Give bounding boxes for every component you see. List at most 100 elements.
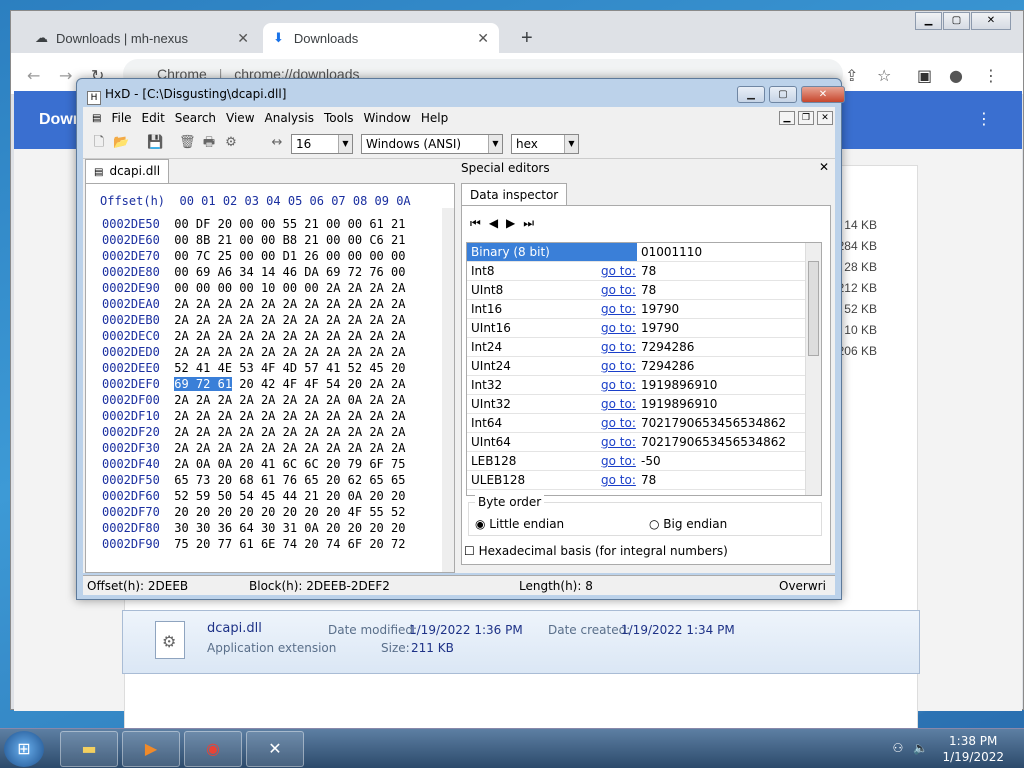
hex-row[interactable]: 0002DEE0 52 41 4E 53 4F 4D 57 41 52 45 2… <box>102 360 405 376</box>
charset-select[interactable]: Windows (ANSI) ▼ <box>361 134 503 154</box>
sidepanel-icon[interactable]: ▣ <box>917 66 932 85</box>
menu-edit[interactable]: Edit <box>137 111 170 125</box>
explorer-taskbar-button[interactable]: ▬ <box>60 731 118 767</box>
hex-row[interactable]: 0002DEB0 2A 2A 2A 2A 2A 2A 2A 2A 2A 2A 2… <box>102 312 405 328</box>
inspector-value[interactable]: 19790 <box>641 302 679 316</box>
offset-base-select[interactable]: hex ▼ <box>511 134 579 154</box>
close-button[interactable]: ✕ <box>801 86 845 103</box>
maximize-button[interactable]: ▢ <box>769 86 797 103</box>
menu-icon[interactable]: ⋮ <box>983 66 999 85</box>
open-folder-icon[interactable]: 📂 <box>113 135 129 151</box>
inspector-value[interactable]: 7294286 <box>641 340 694 354</box>
profile-icon[interactable]: ● <box>949 66 963 85</box>
back-icon[interactable]: ← <box>27 66 40 85</box>
inspector-row[interactable]: Int24 go to: 7294286 <box>467 338 807 357</box>
goto-link[interactable]: go to: <box>601 283 636 297</box>
inspector-value[interactable]: -50 <box>641 454 661 468</box>
hex-row[interactable]: 0002DF10 2A 2A 2A 2A 2A 2A 2A 2A 2A 2A 2… <box>102 408 405 424</box>
new-file-icon[interactable]: 🗋 <box>91 135 107 151</box>
first-icon[interactable]: ⏮ <box>470 216 481 231</box>
goto-link[interactable]: go to: <box>601 397 636 411</box>
inspector-row[interactable]: Int64 go to: 7021790653456534862 <box>467 414 807 433</box>
more-actions-icon[interactable]: ⋮ <box>976 109 992 128</box>
inspector-value[interactable]: 1919896910 <box>641 378 717 392</box>
close-icon[interactable]: ✕ <box>819 160 829 174</box>
hex-basis-checkbox[interactable]: ☐ Hexadecimal basis (for integral number… <box>464 544 728 558</box>
hex-row[interactable]: 0002DF90 75 20 77 61 6E 74 20 74 6F 20 7… <box>102 536 405 552</box>
inspector-value[interactable]: 78 <box>641 264 656 278</box>
grid-scrollbar[interactable] <box>805 243 821 495</box>
goto-link[interactable]: go to: <box>601 473 636 487</box>
goto-link[interactable]: go to: <box>601 359 636 373</box>
goto-link[interactable]: go to: <box>601 416 636 430</box>
goto-link[interactable]: go to: <box>601 454 636 468</box>
inspector-row[interactable]: UInt24 go to: 7294286 <box>467 357 807 376</box>
tab-data-inspector[interactable]: Data inspector <box>461 183 568 206</box>
save-icon[interactable]: 💾 <box>147 135 163 151</box>
menu-search[interactable]: Search <box>170 111 221 125</box>
chrome-taskbar-button[interactable]: ◉ <box>184 731 242 767</box>
hxd-taskbar-button[interactable]: ✕ <box>246 731 304 767</box>
goto-link[interactable]: go to: <box>601 435 636 449</box>
properties-icon[interactable]: ⚙ <box>223 135 239 151</box>
inspector-value[interactable]: 7294286 <box>641 359 694 373</box>
inspector-row[interactable]: ULEB128 go to: 78 <box>467 471 807 490</box>
close-icon[interactable]: ✕ <box>237 30 249 47</box>
next-icon[interactable]: ▶ <box>506 216 515 231</box>
bytes-per-row-select[interactable]: 16 ▼ <box>291 134 353 154</box>
hex-row[interactable]: 0002DF70 20 20 20 20 20 20 20 20 4F 55 5… <box>102 504 405 520</box>
network-icon[interactable]: ⚇ <box>892 741 903 755</box>
inspector-row[interactable]: Int16 go to: 19790 <box>467 300 807 319</box>
menu-view[interactable]: View <box>221 111 259 125</box>
share-icon[interactable]: ⇪ <box>845 66 858 85</box>
mdi-close-button[interactable]: ✕ <box>817 111 833 125</box>
start-button[interactable]: ⊞ <box>4 731 44 767</box>
inspector-row[interactable]: Binary (8 bit) 01001110 <box>467 243 807 262</box>
big-endian-radio[interactable]: ○ Big endian <box>649 517 727 531</box>
close-icon[interactable]: ✕ <box>477 30 489 47</box>
hex-row[interactable]: 0002DF80 30 30 36 64 30 31 0A 20 20 20 2… <box>102 520 405 536</box>
mdi-restore-button[interactable]: ❐ <box>798 111 814 125</box>
inspector-value[interactable]: 7021790653456534862 <box>641 435 786 449</box>
little-endian-radio[interactable]: ◉ Little endian <box>475 517 564 531</box>
selected-bytes[interactable]: 69 72 61 <box>174 377 233 391</box>
maximize-button[interactable]: ▢ <box>943 12 970 30</box>
mdi-minimize-button[interactable]: ▁ <box>779 111 795 125</box>
hex-row[interactable]: 0002DEC0 2A 2A 2A 2A 2A 2A 2A 2A 2A 2A 2… <box>102 328 405 344</box>
inspector-row[interactable]: UInt16 go to: 19790 <box>467 319 807 338</box>
minimize-button[interactable]: ▁ <box>915 12 942 30</box>
hex-row[interactable]: 0002DE60 00 8B 21 00 00 B8 21 00 00 C6 2… <box>102 232 405 248</box>
hex-row[interactable]: 0002DF40 2A 0A 0A 20 41 6C 6C 20 79 6F 7… <box>102 456 405 472</box>
hex-row[interactable]: 0002DED0 2A 2A 2A 2A 2A 2A 2A 2A 2A 2A 2… <box>102 344 405 360</box>
vertical-scrollbar[interactable] <box>442 208 454 572</box>
close-button[interactable]: ✕ <box>971 12 1011 30</box>
volume-icon[interactable]: 🔈 <box>913 741 928 755</box>
menu-window[interactable]: Window <box>359 111 416 125</box>
hex-row[interactable]: 0002DE70 00 7C 25 00 00 D1 26 00 00 00 0… <box>102 248 405 264</box>
minimize-button[interactable]: ▁ <box>737 86 765 103</box>
inspector-value[interactable]: 78 <box>641 473 656 487</box>
hex-row[interactable]: 0002DF20 2A 2A 2A 2A 2A 2A 2A 2A 2A 2A 2… <box>102 424 405 440</box>
inspector-value[interactable]: 78 <box>641 283 656 297</box>
clock[interactable]: 1:38 PM 1/19/2022 <box>942 733 1004 765</box>
hex-row[interactable]: 0002DE50 00 DF 20 00 00 55 21 00 00 61 2… <box>102 216 405 232</box>
hex-row[interactable]: 0002DEF0 69 72 61 20 42 4F 4F 54 20 2A 2… <box>102 376 405 392</box>
inspector-row[interactable]: LEB128 go to: -50 <box>467 452 807 471</box>
scroll-thumb[interactable] <box>808 261 819 356</box>
hex-row[interactable]: 0002DF30 2A 2A 2A 2A 2A 2A 2A 2A 2A 2A 2… <box>102 440 405 456</box>
hex-row[interactable]: 0002DEA0 2A 2A 2A 2A 2A 2A 2A 2A 2A 2A 2… <box>102 296 405 312</box>
new-tab-button[interactable]: + <box>511 23 543 53</box>
star-icon[interactable]: ☆ <box>877 66 891 85</box>
menu-file[interactable]: File <box>106 111 136 125</box>
hex-editor[interactable]: Offset(h) 00 01 02 03 04 05 06 07 08 09 … <box>85 183 455 573</box>
tab-dcapi[interactable]: ▤ dcapi.dll <box>85 159 170 183</box>
menu-help[interactable]: Help <box>416 111 453 125</box>
forward-icon[interactable]: → <box>59 66 72 85</box>
hex-row[interactable]: 0002DF50 65 73 20 68 61 76 65 20 62 65 6… <box>102 472 405 488</box>
inspector-value[interactable]: 01001110 <box>641 245 702 259</box>
goto-link[interactable]: go to: <box>601 321 636 335</box>
printer-icon[interactable]: 🖶 <box>201 135 217 151</box>
inspector-row[interactable]: Int8 go to: 78 <box>467 262 807 281</box>
hex-row[interactable]: 0002DF60 52 59 50 54 45 44 21 20 0A 20 2… <box>102 488 405 504</box>
inspector-value[interactable]: 1919896910 <box>641 397 717 411</box>
